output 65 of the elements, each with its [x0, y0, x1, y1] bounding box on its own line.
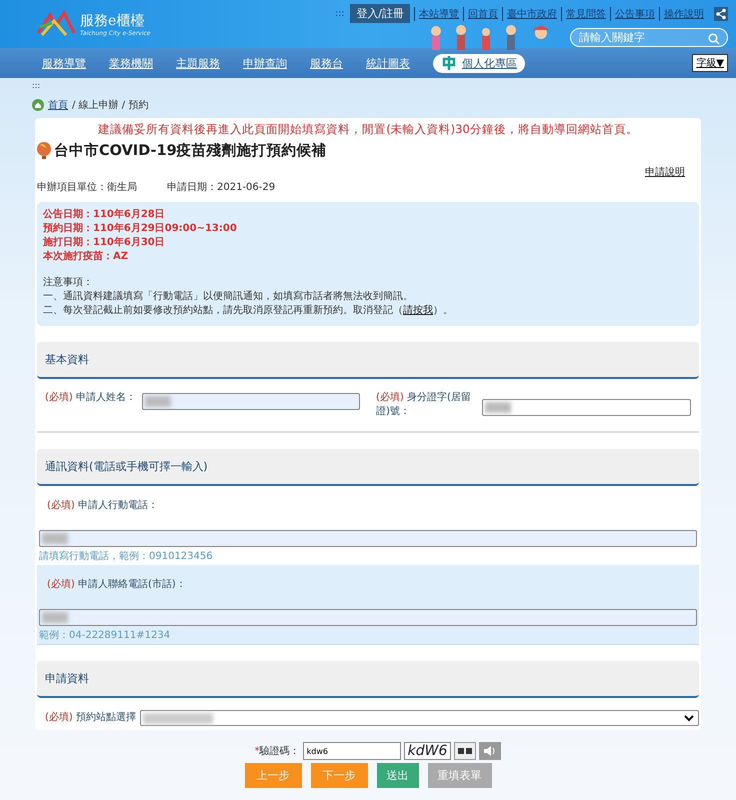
top-link[interactable]: 本站導覽	[414, 6, 463, 20]
personal-icon	[441, 56, 457, 70]
font-size-button[interactable]: 字級▼	[692, 54, 728, 72]
balloon-icon	[37, 142, 51, 160]
nav-link[interactable]: 統計圖表	[366, 56, 410, 70]
top-link[interactable]: 操作說明	[659, 6, 708, 20]
info-text: 公告日期：110年6月28日	[43, 208, 166, 222]
nav-link[interactable]: 申辦查詢	[243, 56, 287, 70]
nav-link[interactable]: 主題服務	[176, 56, 220, 70]
personal-zone-button[interactable]: 個人化專區	[433, 54, 525, 72]
captcha-label: *驗證碼：	[254, 744, 300, 758]
nav-link[interactable]: 服務台	[310, 56, 343, 70]
chevron-down-icon	[684, 714, 694, 722]
form-button[interactable]: 重填表單	[428, 763, 492, 788]
meta-text: 申辦項目單位：衛生局	[37, 180, 137, 194]
top-link[interactable]: 常見問答	[561, 6, 610, 20]
field-label: (必填) 申請人聯絡電話(市話)：	[46, 578, 187, 591]
text-field[interactable]	[142, 393, 360, 410]
cancel-link[interactable]: 請按我	[403, 305, 433, 316]
text-field[interactable]	[39, 609, 697, 626]
note-text: 一、通訊資料建議填寫「行動電話」以便簡訊通知，如填寫市話者將無法收到簡訊。	[43, 290, 414, 304]
captcha-image: kdW6	[404, 742, 452, 760]
field-label: (必填) 申請人行動電話：	[46, 498, 159, 512]
field-hint: 範例：04-22289111#1234	[39, 629, 172, 642]
notes-heading: 注意事項：	[43, 276, 94, 290]
field-label: (必填) 預約站點選擇	[45, 711, 136, 725]
top-link[interactable]: 公告事項	[610, 6, 659, 20]
breadcrumb-link[interactable]: 首頁	[48, 98, 68, 112]
notice-text: 建議備妥所有資料後再進入此頁面開始填寫資料，閒置(未輸入資料)30分鐘後，將自動導回網站首頁。	[97, 122, 639, 137]
search-field[interactable]: 請輸入關鍵字	[570, 28, 728, 46]
page-title: 台中市COVID-19疫苗殘劑施打預約候補	[54, 142, 327, 160]
home-icon	[32, 99, 44, 111]
skip-link[interactable]: :::	[32, 81, 736, 90]
station-dropdown[interactable]	[140, 710, 699, 726]
form-button[interactable]: 下一步	[310, 763, 368, 788]
site-title[interactable]: 服務e櫃檯	[80, 12, 150, 30]
top-link[interactable]: 臺中市政府	[502, 6, 561, 20]
skip-link[interactable]: :::	[335, 8, 344, 18]
search-icon[interactable]	[708, 32, 720, 44]
login-button[interactable]: 登入/註冊	[350, 4, 410, 23]
form-button[interactable]: 上一步	[244, 763, 302, 788]
logo-icon	[36, 9, 76, 39]
captcha-field[interactable]: kdw6	[302, 742, 401, 760]
meta-text: 申請日期：2021-06-29	[167, 180, 276, 194]
nav-link[interactable]: 業務機關	[109, 56, 153, 70]
info-text: 預約日期：110年6月29日09:00~13:00	[43, 222, 238, 236]
section-header: 基本資料	[37, 342, 699, 379]
field-hint: 請填寫行動電話，範例：0910123456	[39, 550, 214, 563]
info-text: 施打日期：110年6月30日	[43, 236, 166, 250]
section-header: 通訊資料(電話或手機可擇一輸入)	[37, 449, 699, 486]
text-field[interactable]	[39, 530, 697, 547]
note-text: 二、每次登記截止前如要修改預約站點，請先取消原登記再重新預約。取消登記（請按我）。	[43, 304, 454, 318]
top-link[interactable]: 回首頁	[463, 6, 502, 20]
field-label: (必填) 申請人姓名：	[45, 391, 136, 405]
help-link[interactable]: 申請說明	[645, 167, 685, 178]
nav-link[interactable]: 服務導覽	[42, 56, 86, 70]
breadcrumb-trail: / 線上申辦 / 預約	[72, 98, 148, 112]
text-field[interactable]	[482, 399, 691, 416]
refresh-captcha-button[interactable]	[454, 742, 476, 760]
field-label: (必填) 身分證字(居留證)號：	[376, 391, 472, 419]
form-button[interactable]: 送出	[376, 763, 418, 788]
info-text: 本次施打疫苗：AZ	[43, 250, 129, 264]
section-header: 申請資料	[37, 661, 699, 698]
share-icon[interactable]	[714, 6, 728, 20]
speaker-icon	[483, 745, 498, 757]
